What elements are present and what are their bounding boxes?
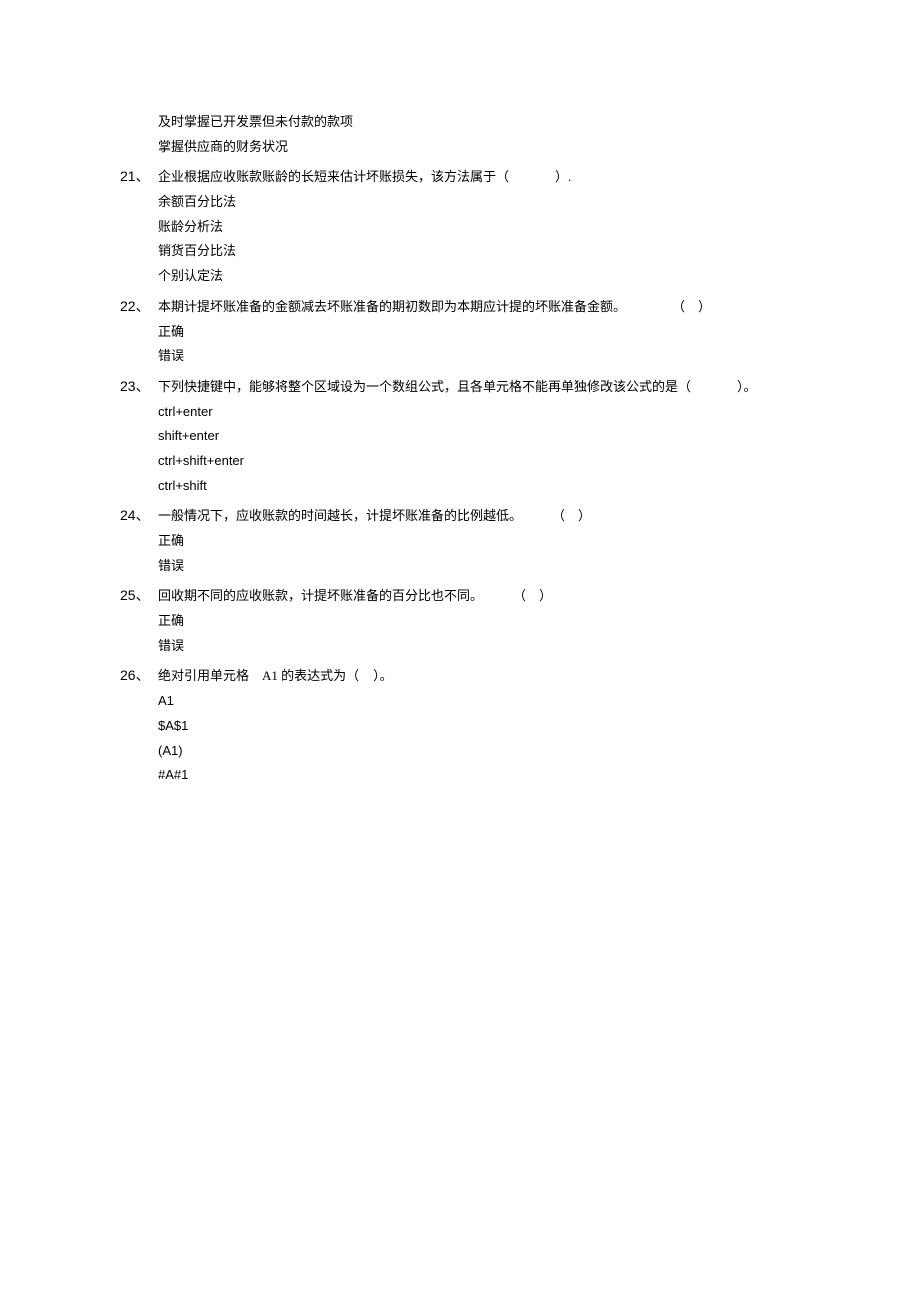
question-text: 回收期不同的应收账款，计提坏账准备的百分比也不同。 （ ）	[158, 584, 800, 609]
question-line: 22、本期计提坏账准备的金额减去坏账准备的期初数即为本期应计提的坏账准备金额。 （…	[120, 293, 800, 320]
option: 错误	[120, 344, 800, 369]
question: 21、企业根据应收账款账龄的长短来估计坏账损失，该方法属于（ ）. 余额百分比法账龄…	[120, 163, 800, 288]
question-text: 下列快捷键中，能够将整个区域设为一个数组公式，且各单元格不能再单独修改该公式的是…	[158, 375, 800, 400]
question-number: 26、	[120, 662, 158, 689]
question-stem: 绝对引用单元格 A1 的表达式为（	[158, 668, 359, 683]
option: 错误	[120, 554, 800, 579]
question: 22、本期计提坏账准备的金额减去坏账准备的期初数即为本期应计提的坏账准备金额。 （…	[120, 293, 800, 369]
option: 错误	[120, 634, 800, 659]
question-line: 25、回收期不同的应收账款，计提坏账准备的百分比也不同。 （ ）	[120, 582, 800, 609]
options: ctrl+entershift+enterctrl+shift+enterctr…	[120, 400, 800, 499]
question-number: 23、	[120, 373, 158, 400]
question-stem: 下列快捷键中，能够将整个区域设为一个数组公式，且各单元格不能再单独修改该公式的是…	[158, 379, 691, 394]
option: (A1)	[120, 739, 800, 764]
question-line: 24、一般情况下，应收账款的时间越长，计提坏账准备的比例越低。 （ ）	[120, 502, 800, 529]
question-tail: （ ）	[552, 508, 591, 523]
option: 正确	[120, 609, 800, 634]
question-stem: 本期计提坏账准备的金额减去坏账准备的期初数即为本期应计提的坏账准备金额。	[158, 299, 626, 314]
option: $A$1	[120, 714, 800, 739]
question-text: 绝对引用单元格 A1 的表达式为（ ）。	[158, 664, 800, 689]
question-stem: 企业根据应收账款账龄的长短来估计坏账损失，该方法属于（	[158, 169, 509, 184]
option: 余额百分比法	[120, 190, 800, 215]
option: 个别认定法	[120, 264, 800, 289]
options: 正确错误	[120, 529, 800, 578]
question: 25、回收期不同的应收账款，计提坏账准备的百分比也不同。 （ ） 正确错误	[120, 582, 800, 658]
question-stem: 回收期不同的应收账款，计提坏账准备的百分比也不同。	[158, 588, 483, 603]
question-stem: 一般情况下，应收账款的时间越长，计提坏账准备的比例越低。	[158, 508, 522, 523]
option: 正确	[120, 529, 800, 554]
question-tail: ）。	[373, 668, 393, 683]
question-tail: ）。	[737, 379, 757, 394]
question-line: 26、绝对引用单元格 A1 的表达式为（ ）。	[120, 662, 800, 689]
question-tail: （ ）	[672, 299, 711, 314]
option: A1	[120, 689, 800, 714]
option: ctrl+enter	[120, 400, 800, 425]
option: 正确	[120, 320, 800, 345]
option: 账龄分析法	[120, 215, 800, 240]
options: 正确错误	[120, 609, 800, 658]
question-tail: ）.	[555, 169, 571, 184]
option: #A#1	[120, 763, 800, 788]
orphan-option: 及时掌握已开发票但未付款的款项	[120, 110, 800, 135]
question-line: 23、下列快捷键中，能够将整个区域设为一个数组公式，且各单元格不能再单独修改该公…	[120, 373, 800, 400]
option: shift+enter	[120, 424, 800, 449]
options: 正确错误	[120, 320, 800, 369]
options: 余额百分比法账龄分析法销货百分比法个别认定法	[120, 190, 800, 289]
question-line: 21、企业根据应收账款账龄的长短来估计坏账损失，该方法属于（ ）.	[120, 163, 800, 190]
option: ctrl+shift	[120, 474, 800, 499]
question: 23、下列快捷键中，能够将整个区域设为一个数组公式，且各单元格不能再单独修改该公…	[120, 373, 800, 498]
question: 26、绝对引用单元格 A1 的表达式为（ ）。 A1$A$1(A1)#A#1	[120, 662, 800, 787]
question-text: 企业根据应收账款账龄的长短来估计坏账损失，该方法属于（ ）.	[158, 165, 800, 190]
option: 销货百分比法	[120, 239, 800, 264]
options: A1$A$1(A1)#A#1	[120, 689, 800, 788]
option: ctrl+shift+enter	[120, 449, 800, 474]
question-number: 25、	[120, 582, 158, 609]
question-number: 24、	[120, 502, 158, 529]
orphan-option: 掌握供应商的财务状况	[120, 135, 800, 160]
question-tail: （ ）	[513, 588, 552, 603]
question-number: 21、	[120, 163, 158, 190]
question: 24、一般情况下，应收账款的时间越长，计提坏账准备的比例越低。 （ ） 正确错误	[120, 502, 800, 578]
question-text: 本期计提坏账准备的金额减去坏账准备的期初数即为本期应计提的坏账准备金额。 （ ）	[158, 295, 800, 320]
question-number: 22、	[120, 293, 158, 320]
question-text: 一般情况下，应收账款的时间越长，计提坏账准备的比例越低。 （ ）	[158, 504, 800, 529]
